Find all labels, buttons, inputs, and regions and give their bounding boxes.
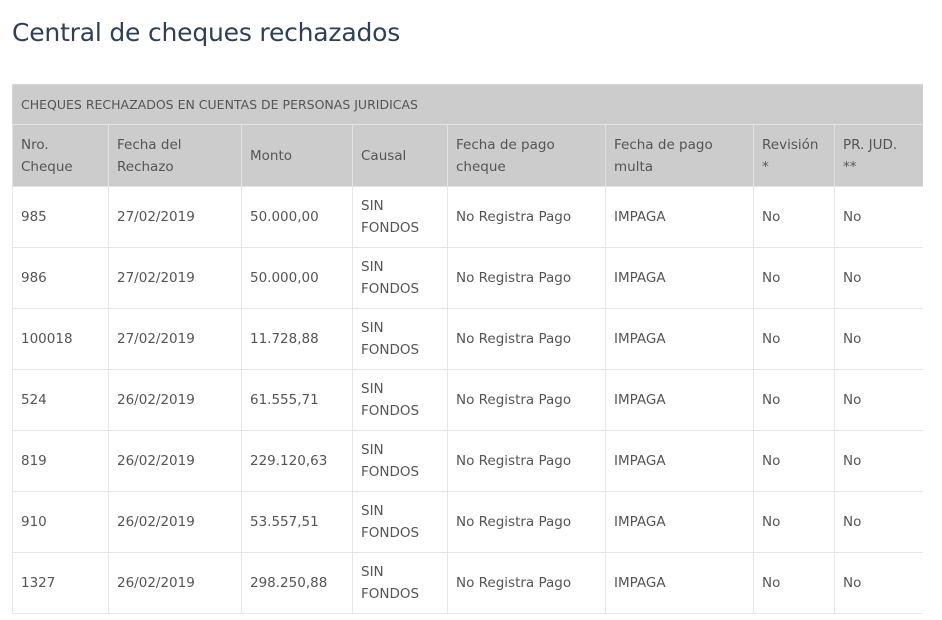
cell-pr-jud: No bbox=[833, 186, 923, 248]
cell-monto: 53.557,51 bbox=[241, 491, 353, 553]
cell-monto: 11.728,88 bbox=[241, 308, 353, 370]
table-caption: CHEQUES RECHAZADOS EN CUENTAS DE PERSONA… bbox=[12, 84, 923, 125]
cell-fecha-rechazo: 26/02/2019 bbox=[108, 369, 242, 431]
column-header-pr-jud: PR. JUD. ** bbox=[833, 124, 923, 187]
cell-revision: No bbox=[753, 430, 835, 492]
cell-fecha-rechazo: 27/02/2019 bbox=[108, 247, 242, 309]
cell-causal: SIN FONDOS bbox=[352, 369, 448, 431]
column-header-causal: Causal bbox=[352, 124, 448, 187]
table-row: 1327 26/02/2019 298.250,88 SIN FONDOS No Regi… bbox=[12, 552, 923, 614]
cell-pr-jud: No bbox=[833, 552, 923, 614]
cell-causal: SIN FONDOS bbox=[352, 491, 448, 553]
cell-revision: No bbox=[753, 491, 835, 553]
table-header-row: Nro. Cheque Fecha del Rechazo Monto Causal… bbox=[12, 124, 923, 187]
cell-fecha-rechazo: 26/02/2019 bbox=[108, 552, 242, 614]
table-body: 985 27/02/2019 50.000,00 SIN FONDOS No Regist… bbox=[12, 186, 923, 614]
cell-revision: No bbox=[753, 247, 835, 309]
table-row: 819 26/02/2019 229.120,63 SIN FONDOS No Regis… bbox=[12, 430, 923, 492]
cell-nro-cheque: 524 bbox=[12, 369, 109, 431]
cell-fecha-rechazo: 26/02/2019 bbox=[108, 430, 242, 492]
cell-monto: 61.555,71 bbox=[241, 369, 353, 431]
column-header-fecha-rechazo: Fecha del Rechazo bbox=[108, 124, 242, 187]
cell-nro-cheque: 986 bbox=[12, 247, 109, 309]
column-header-monto: Monto bbox=[241, 124, 353, 187]
cell-fecha-rechazo: 26/02/2019 bbox=[108, 491, 242, 553]
table-row: 986 27/02/2019 50.000,00 SIN FONDOS No Regist… bbox=[12, 247, 923, 309]
cell-causal: SIN FONDOS bbox=[352, 308, 448, 370]
cell-fecha-pago-cheque: No Registra Pago bbox=[447, 430, 606, 492]
column-header-revision: Revisión * bbox=[753, 124, 835, 187]
cell-fecha-pago-cheque: No Registra Pago bbox=[447, 369, 606, 431]
cell-fecha-pago-multa: IMPAGA bbox=[605, 308, 754, 370]
table-row: 910 26/02/2019 53.557,51 SIN FONDOS No Regist… bbox=[12, 491, 923, 553]
column-header-nro-cheque: Nro. Cheque bbox=[12, 124, 109, 187]
cell-monto: 50.000,00 bbox=[241, 186, 353, 248]
cell-fecha-pago-multa: IMPAGA bbox=[605, 552, 754, 614]
cell-fecha-pago-cheque: No Registra Pago bbox=[447, 247, 606, 309]
cell-monto: 50.000,00 bbox=[241, 247, 353, 309]
cell-fecha-pago-multa: IMPAGA bbox=[605, 247, 754, 309]
cell-pr-jud: No bbox=[833, 247, 923, 309]
cell-fecha-rechazo: 27/02/2019 bbox=[108, 308, 242, 370]
table-row: 985 27/02/2019 50.000,00 SIN FONDOS No Regist… bbox=[12, 186, 923, 248]
cheques-table: CHEQUES RECHAZADOS EN CUENTAS DE PERSONA… bbox=[12, 84, 923, 614]
table-row: 100018 27/02/2019 11.728,88 SIN FONDOS No Reg… bbox=[12, 308, 923, 370]
cell-revision: No bbox=[753, 186, 835, 248]
cell-fecha-pago-cheque: No Registra Pago bbox=[447, 186, 606, 248]
cell-fecha-pago-multa: IMPAGA bbox=[605, 369, 754, 431]
cell-fecha-pago-cheque: No Registra Pago bbox=[447, 552, 606, 614]
cell-causal: SIN FONDOS bbox=[352, 247, 448, 309]
cell-fecha-pago-multa: IMPAGA bbox=[605, 186, 754, 248]
cell-causal: SIN FONDOS bbox=[352, 186, 448, 248]
cell-fecha-pago-multa: IMPAGA bbox=[605, 430, 754, 492]
cell-pr-jud: No bbox=[833, 308, 923, 370]
cell-nro-cheque: 985 bbox=[12, 186, 109, 248]
cell-revision: No bbox=[753, 369, 835, 431]
cell-fecha-pago-multa: IMPAGA bbox=[605, 491, 754, 553]
cell-monto: 229.120,63 bbox=[241, 430, 353, 492]
cell-pr-jud: No bbox=[833, 430, 923, 492]
cell-pr-jud: No bbox=[833, 491, 923, 553]
page-title: Central de cheques rechazados bbox=[12, 18, 401, 47]
cell-nro-cheque: 1327 bbox=[12, 552, 109, 614]
cell-revision: No bbox=[753, 308, 835, 370]
cell-fecha-pago-cheque: No Registra Pago bbox=[447, 491, 606, 553]
table-row: 524 26/02/2019 61.555,71 SIN FONDOS No Regist… bbox=[12, 369, 923, 431]
column-header-fecha-pago-cheque: Fecha de pago cheque bbox=[447, 124, 606, 187]
cell-nro-cheque: 100018 bbox=[12, 308, 109, 370]
cell-fecha-rechazo: 27/02/2019 bbox=[108, 186, 242, 248]
cell-monto: 298.250,88 bbox=[241, 552, 353, 614]
cell-revision: No bbox=[753, 552, 835, 614]
cell-causal: SIN FONDOS bbox=[352, 552, 448, 614]
cell-nro-cheque: 819 bbox=[12, 430, 109, 492]
cell-causal: SIN FONDOS bbox=[352, 430, 448, 492]
column-header-fecha-pago-multa: Fecha de pago multa bbox=[605, 124, 754, 187]
cell-nro-cheque: 910 bbox=[12, 491, 109, 553]
cell-pr-jud: No bbox=[833, 369, 923, 431]
cell-fecha-pago-cheque: No Registra Pago bbox=[447, 308, 606, 370]
cheques-table-container[interactable]: CHEQUES RECHAZADOS EN CUENTAS DE PERSONA… bbox=[12, 84, 923, 620]
table-caption-row: CHEQUES RECHAZADOS EN CUENTAS DE PERSONA… bbox=[12, 84, 923, 125]
